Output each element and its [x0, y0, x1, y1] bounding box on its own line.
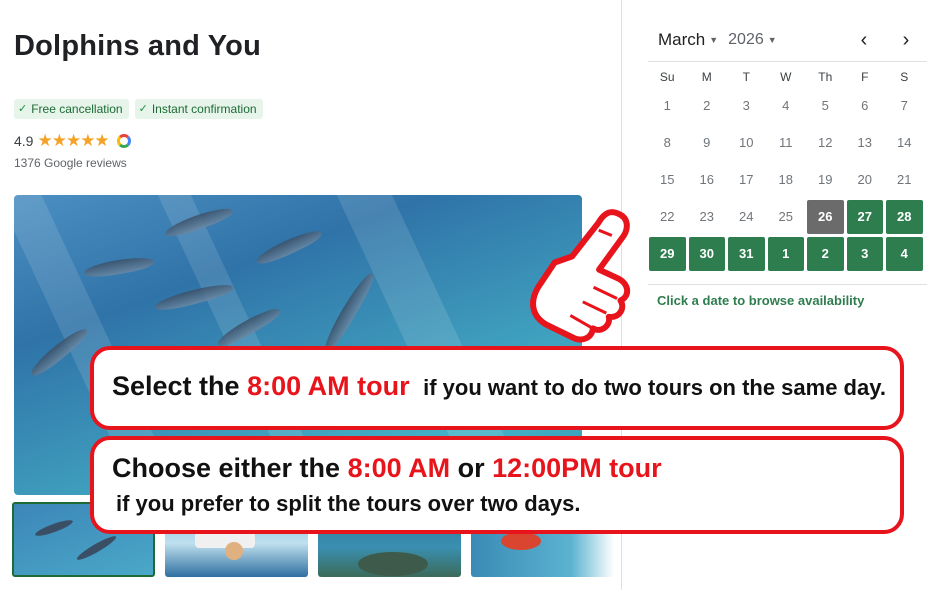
- person: [225, 542, 243, 560]
- calendar-day: 8: [663, 135, 671, 150]
- calendar-day: 24: [739, 209, 754, 224]
- weekday-header: W: [780, 70, 792, 84]
- calendar-hint: Click a date to browse availability: [657, 293, 865, 308]
- boat-deck: [195, 532, 255, 548]
- calendar-day-available[interactable]: 29: [649, 237, 686, 271]
- calendar-header: March ▼ 2026 ▼ ‹ ›: [658, 29, 920, 51]
- calendar-day-today: 26: [807, 200, 844, 234]
- pointing-hand-icon: [530, 209, 631, 343]
- weekday-header: Th: [818, 70, 833, 84]
- calendar-day-available[interactable]: 31: [728, 237, 765, 271]
- reef: [358, 552, 428, 576]
- calendar-day: 2: [703, 98, 711, 113]
- rating-value: 4.9: [14, 133, 34, 149]
- calendar-day-available[interactable]: 2: [807, 237, 844, 271]
- weekday-header: T: [742, 70, 750, 84]
- calendar-day-available[interactable]: 1: [767, 237, 804, 271]
- calendar-day: 9: [703, 135, 711, 150]
- google-icon: [116, 134, 131, 148]
- free-cancellation-badge: ✓ Free cancellation: [14, 99, 129, 119]
- reviews-link[interactable]: 1376 Google reviews: [14, 156, 127, 170]
- snorkeler: [501, 532, 541, 550]
- year-select[interactable]: 2026 ▼: [728, 31, 777, 49]
- calendar-day: 17: [739, 172, 754, 187]
- callout-highlight-1: 8:00 AM: [347, 453, 451, 483]
- feature-badges: ✓ Free cancellation ✓ Instant confirmati…: [14, 99, 263, 119]
- callout-suffix: if you want to do two tours on the same …: [423, 375, 886, 400]
- calendar-day: 14: [897, 135, 912, 150]
- calendar-bottom-rule: [648, 284, 927, 285]
- month-select[interactable]: March ▼: [658, 30, 718, 50]
- year-label: 2026: [728, 31, 764, 48]
- calendar-day: 7: [900, 98, 908, 113]
- callout-line-2: if you prefer to split the tours over tw…: [116, 491, 581, 516]
- callout-connector: or: [457, 453, 485, 483]
- calendar-grid: Su M T W Th F S 1 2 3 4 5 6 7 8 9 10 11 12 13 14 15 16 17 18 19 20…: [649, 65, 925, 274]
- dolphin: [75, 533, 118, 563]
- calendar-top-rule: [648, 61, 927, 62]
- calendar-day: 25: [778, 209, 793, 224]
- chevron-right-icon[interactable]: ›: [896, 29, 916, 51]
- calendar-day: 20: [857, 172, 872, 187]
- rating-row: 4.9 ★★★★★: [14, 132, 131, 150]
- calendar-day: 6: [861, 98, 869, 113]
- weekday-header: S: [900, 70, 909, 84]
- calendar-day: 12: [818, 135, 833, 150]
- month-label: March: [658, 30, 706, 49]
- calendar-day: 5: [821, 98, 829, 113]
- calendar-day: 13: [857, 135, 872, 150]
- instant-confirmation-badge: ✓ Instant confirmation: [134, 99, 263, 119]
- caret-down-icon: ▼: [709, 35, 719, 45]
- dolphin: [320, 269, 378, 355]
- calendar-day: 3: [742, 98, 750, 113]
- weekday-header: Su: [659, 70, 675, 84]
- calendar-day-available[interactable]: 30: [688, 237, 725, 271]
- star-rating: ★★★★★: [37, 131, 109, 150]
- calendar-day: 21: [897, 172, 912, 187]
- calendar-day: 22: [660, 209, 675, 224]
- calendar-day: 18: [778, 172, 793, 187]
- badge-label: Free cancellation: [31, 102, 123, 116]
- callout-prefix: Select the: [112, 371, 240, 401]
- calendar-day-available[interactable]: 4: [886, 237, 923, 271]
- page-title: Dolphins and You: [14, 30, 262, 62]
- calendar-day-available[interactable]: 3: [846, 237, 883, 271]
- dolphin: [83, 254, 155, 280]
- callout-highlight: 8:00 AM tour: [247, 371, 410, 401]
- calendar-day: 4: [782, 98, 790, 113]
- chevron-left-icon[interactable]: ‹: [854, 29, 874, 51]
- calendar-day: 16: [699, 172, 714, 187]
- calendar-day-available[interactable]: 27: [846, 200, 883, 234]
- callout-text: Select the 8:00 AM tour if you want to d…: [112, 371, 886, 402]
- weekday-header: F: [861, 70, 869, 84]
- check-icon: ✓: [18, 103, 28, 115]
- tip-callout-two-days: Choose either the 8:00 AM or 12:00PM tou…: [90, 436, 904, 534]
- calendar-day: 1: [663, 98, 671, 113]
- callout-prefix: Choose either the: [112, 453, 341, 483]
- badge-label: Instant confirmation: [151, 102, 257, 116]
- calendar-day: 11: [779, 135, 793, 150]
- calendar-day: 19: [818, 172, 833, 187]
- calendar-day-available[interactable]: 28: [886, 200, 923, 234]
- calendar-day: 23: [699, 209, 714, 224]
- caret-down-icon: ▼: [767, 35, 777, 45]
- dolphin: [254, 225, 324, 269]
- tip-callout-same-day: Select the 8:00 AM tour if you want to d…: [90, 346, 904, 430]
- check-icon: ✓: [138, 103, 148, 115]
- callout-text: Choose either the 8:00 AM or 12:00PM tou…: [112, 453, 662, 484]
- dolphin: [33, 517, 75, 539]
- weekday-header: M: [701, 70, 712, 84]
- callout-highlight-2: 12:00PM tour: [492, 453, 662, 483]
- calendar-day: 10: [739, 135, 754, 150]
- calendar-day: 15: [660, 172, 675, 187]
